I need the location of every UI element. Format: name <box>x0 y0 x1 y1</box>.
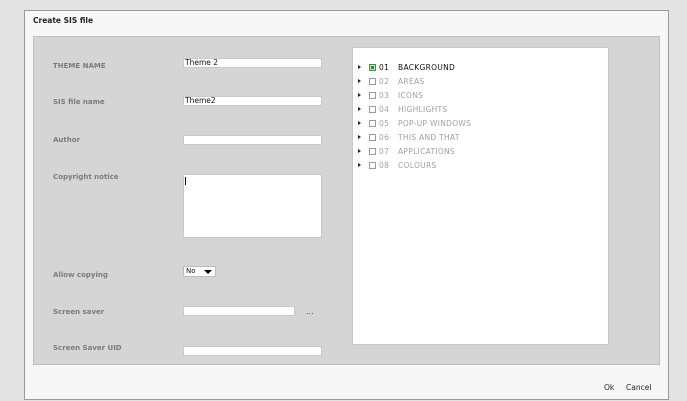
copyright-textarea[interactable] <box>183 174 322 238</box>
tree-item-label: AREAS <box>398 77 425 86</box>
allow-copying-value: No <box>186 267 196 275</box>
tree-item-number: 06 <box>379 133 390 142</box>
allow-copying-label: Allow copying <box>53 271 108 279</box>
tree-item-label: POP-UP WINDOWS <box>398 119 472 128</box>
cancel-button[interactable]: Cancel <box>626 383 651 392</box>
copyright-label: Copyright notice <box>53 173 119 181</box>
tree-item-label: THIS AND THAT <box>398 133 460 142</box>
ok-button[interactable]: Ok <box>604 383 614 392</box>
tree-item-number: 07 <box>379 147 390 156</box>
checkbox-icon[interactable] <box>369 148 376 155</box>
expand-arrow-icon[interactable] <box>358 149 361 153</box>
checkbox-icon[interactable] <box>369 78 376 85</box>
tree-item-number: 01 <box>379 63 390 72</box>
tree-item-label: ICONS <box>398 91 424 100</box>
tree-item-label: HIGHLIGHTS <box>398 105 448 114</box>
chevron-down-icon <box>204 270 212 274</box>
checkbox-icon[interactable] <box>369 92 376 99</box>
checkbox-icon[interactable] <box>369 106 376 113</box>
screen-saver-uid-label: Screen Saver UID <box>53 344 122 352</box>
tree-item-label: COLOURS <box>398 161 437 170</box>
tree-item-number: 08 <box>379 161 390 170</box>
tree-item-number: 02 <box>379 77 390 86</box>
screen-saver-label: Screen saver <box>53 308 105 316</box>
element-tree: 01 BACKGROUND 02 AREAS 03 ICONS 04 HIGHL… <box>352 47 609 345</box>
text-caret <box>185 177 186 185</box>
expand-arrow-icon[interactable] <box>358 93 361 97</box>
screen-saver-input[interactable] <box>183 306 295 316</box>
tree-item-label: BACKGROUND <box>398 63 456 72</box>
checkbox-icon[interactable] <box>369 120 376 127</box>
browse-button[interactable]: ... <box>306 307 314 316</box>
expand-arrow-icon[interactable] <box>358 163 361 167</box>
sis-file-name-label: SIS file name <box>53 98 105 106</box>
theme-name-label: THEME NAME <box>53 62 106 70</box>
expand-arrow-icon[interactable] <box>358 135 361 139</box>
expand-arrow-icon[interactable] <box>358 65 361 69</box>
checkbox-icon[interactable] <box>369 134 376 141</box>
tree-item-number: 03 <box>379 91 390 100</box>
sis-file-name-input[interactable]: Theme2 <box>183 96 322 106</box>
tree-item-label: APPLICATIONS <box>398 147 456 156</box>
tree-item-number: 05 <box>379 119 390 128</box>
dialog-title: Create SIS file <box>33 16 94 25</box>
author-input[interactable] <box>183 135 322 145</box>
screen-saver-uid-input[interactable] <box>183 346 322 356</box>
theme-name-input[interactable]: Theme 2 <box>183 58 322 68</box>
allow-copying-select[interactable]: No <box>183 266 216 277</box>
author-label: Author <box>53 136 80 144</box>
tree-item-number: 04 <box>379 105 390 114</box>
checkbox-checked-icon[interactable] <box>369 64 376 71</box>
expand-arrow-icon[interactable] <box>358 79 361 83</box>
expand-arrow-icon[interactable] <box>358 107 361 111</box>
checkbox-icon[interactable] <box>369 162 376 169</box>
expand-arrow-icon[interactable] <box>358 121 361 125</box>
